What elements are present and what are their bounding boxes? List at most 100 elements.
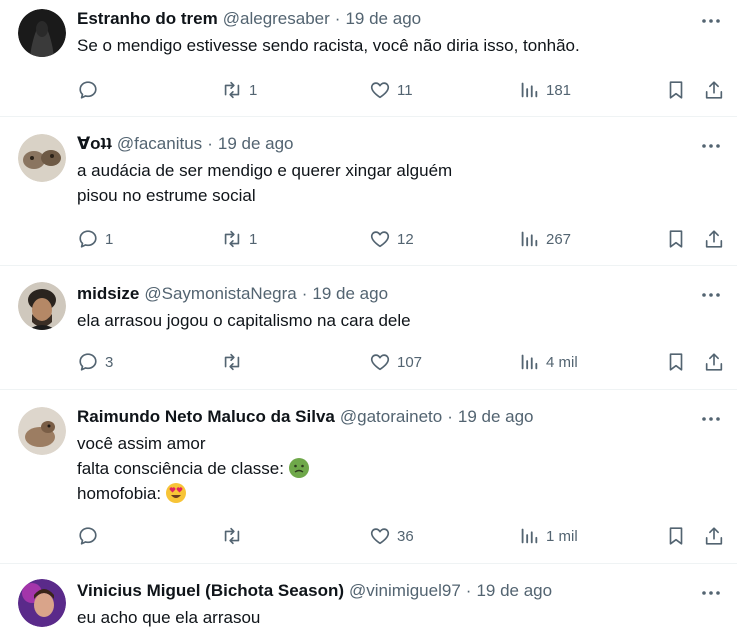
share-icon: [705, 230, 723, 248]
tweet-date[interactable]: 19 de ago: [218, 134, 294, 154]
share-icon: [705, 353, 723, 371]
views-count: 4 mil: [546, 353, 578, 371]
retweet-button[interactable]: 1: [221, 227, 257, 251]
heart-icon: [370, 354, 390, 371]
tweet-date[interactable]: 19 de ago: [476, 581, 552, 601]
reply-button[interactable]: 1: [77, 227, 113, 251]
avatar[interactable]: [18, 9, 66, 57]
retweet-button[interactable]: 1: [221, 78, 257, 102]
views-button[interactable]: 4 mil: [518, 350, 578, 374]
tweet[interactable]: Ɐoʇʇ @facanitus · 19 de ago a audácia de…: [0, 117, 737, 266]
views-count: 267: [546, 230, 572, 248]
display-name[interactable]: Estranho do trem: [77, 9, 218, 29]
reply-button[interactable]: [77, 524, 105, 548]
views-button[interactable]: 1 mil: [518, 524, 578, 548]
separator-dot: ·: [465, 581, 472, 600]
like-count: 36: [397, 527, 414, 545]
tweet-date[interactable]: 19 de ago: [345, 9, 421, 29]
display-name[interactable]: Raimundo Neto Maluco da Silva: [77, 407, 335, 427]
avatar[interactable]: [18, 407, 66, 455]
more-options-icon[interactable]: [699, 583, 723, 603]
tweet-text-line: ela arrasou jogou o capitalismo na cara …: [77, 311, 411, 330]
tweet-text-line: você assim amor: [77, 434, 206, 453]
reply-icon: [79, 527, 97, 545]
reply-button[interactable]: 3: [77, 350, 113, 374]
tweet[interactable]: midsize @SaymonistaNegra · 19 de ago ela…: [0, 266, 737, 390]
avatar[interactable]: [18, 579, 66, 627]
share-icon: [705, 81, 723, 99]
tweet-text: ela arrasou jogou o capitalismo na cara …: [77, 308, 717, 333]
user-handle[interactable]: @vinimiguel97: [349, 581, 461, 601]
retweet-button[interactable]: [221, 524, 249, 548]
retweet-button[interactable]: [221, 350, 249, 374]
reply-button[interactable]: [77, 78, 105, 102]
bookmark-icon: [669, 230, 683, 248]
heart-icon: [370, 231, 390, 248]
retweet-icon: [224, 527, 240, 545]
tweet-text: Se o mendigo estivesse sendo racista, vo…: [77, 33, 717, 58]
views-button[interactable]: 267: [518, 227, 571, 251]
avatar[interactable]: [18, 134, 66, 182]
retweet-icon: [224, 81, 240, 99]
more-options-icon[interactable]: [699, 11, 723, 31]
display-name[interactable]: Ɐoʇʇ: [77, 134, 112, 154]
user-handle[interactable]: @gatoraineto: [340, 407, 442, 427]
more-options-icon[interactable]: [699, 136, 723, 156]
bookmark-button[interactable]: [665, 78, 687, 102]
tweet-text: eu acho que ela arrasou: [77, 605, 717, 630]
retweet-count: 1: [249, 230, 258, 248]
share-button[interactable]: [703, 227, 725, 251]
like-button[interactable]: 12: [369, 227, 414, 251]
display-name[interactable]: Vinicius Miguel (Bichota Season): [77, 581, 344, 601]
views-count: 1 mil: [546, 527, 578, 545]
tweet-text-line: Se o mendigo estivesse sendo racista, vo…: [77, 36, 580, 55]
more-options-icon[interactable]: [699, 409, 723, 429]
like-count: 107: [397, 353, 423, 371]
separator-dot: ·: [447, 407, 453, 426]
share-button[interactable]: [703, 78, 725, 102]
tweet[interactable]: Estranho do trem @alegresaber · 19 de ag…: [0, 0, 737, 117]
tweet-header: Estranho do trem @alegresaber · 19 de ag…: [77, 9, 717, 29]
retweet-count: 1: [249, 81, 258, 99]
views-icon: [521, 82, 538, 98]
like-button[interactable]: 11: [369, 78, 413, 102]
share-icon: [705, 527, 723, 545]
heart-icon: [370, 82, 390, 99]
like-button[interactable]: 107: [369, 350, 422, 374]
tweet-header: Vinicius Miguel (Bichota Season) @vinimi…: [77, 581, 717, 601]
user-handle[interactable]: @SaymonistaNegra: [144, 284, 296, 304]
action-bar: 3 107 4 mil: [77, 350, 725, 374]
display-name[interactable]: midsize: [77, 284, 139, 304]
like-count: 11: [397, 81, 413, 99]
user-handle[interactable]: @alegresaber: [223, 9, 330, 29]
tweet-date[interactable]: 19 de ago: [458, 407, 534, 427]
action-bar: 1 11 181: [77, 78, 725, 102]
tweet[interactable]: Vinicius Miguel (Bichota Season) @vinimi…: [0, 564, 737, 636]
reply-count: 3: [105, 353, 114, 371]
nauseated-face-emoji-icon: [288, 458, 309, 478]
bookmark-icon: [669, 353, 683, 371]
retweet-icon: [224, 230, 240, 248]
bookmark-button[interactable]: [665, 227, 687, 251]
tweet-header: Raimundo Neto Maluco da Silva @gatoraine…: [77, 407, 717, 427]
tweet-header: Ɐoʇʇ @facanitus · 19 de ago: [77, 134, 717, 154]
tweet-header: midsize @SaymonistaNegra · 19 de ago: [77, 284, 717, 304]
share-button[interactable]: [703, 350, 725, 374]
avatar[interactable]: [18, 282, 66, 330]
reply-icon: [79, 230, 97, 248]
tweet[interactable]: Raimundo Neto Maluco da Silva @gatoraine…: [0, 390, 737, 564]
views-button[interactable]: 181: [518, 78, 571, 102]
separator-dot: ·: [334, 9, 341, 28]
more-options-icon[interactable]: [699, 285, 723, 305]
user-handle[interactable]: @facanitus: [117, 134, 202, 154]
views-icon: [521, 231, 538, 247]
share-button[interactable]: [703, 524, 725, 548]
reply-icon: [79, 81, 97, 99]
separator-dot: ·: [207, 134, 213, 153]
bookmark-button[interactable]: [665, 524, 687, 548]
tweet-text-line: homofobia:: [77, 481, 717, 506]
like-button[interactable]: 36: [369, 524, 414, 548]
bookmark-button[interactable]: [665, 350, 687, 374]
tweet-date[interactable]: 19 de ago: [312, 284, 388, 304]
separator-dot: ·: [301, 284, 308, 303]
